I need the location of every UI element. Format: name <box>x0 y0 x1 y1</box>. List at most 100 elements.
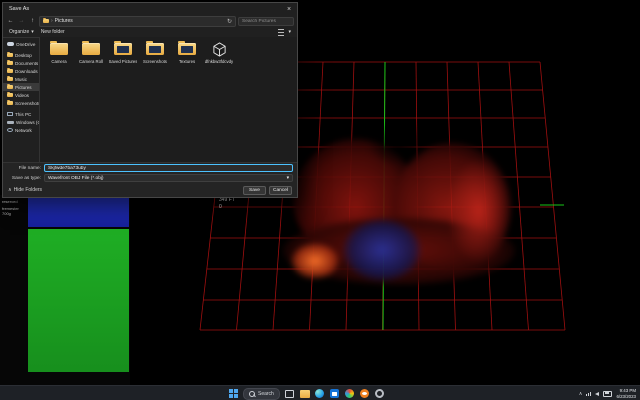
sidebar-item-this-pc[interactable]: This PC <box>3 110 39 118</box>
save-type-value: Wavefront OBJ File (*.obj) <box>48 176 104 181</box>
forward-icon[interactable]: → <box>17 18 26 24</box>
sidebar-item-label: Screenshots <box>15 101 39 106</box>
save-type-select[interactable]: Wavefront OBJ File (*.obj) ▾ <box>44 174 293 182</box>
folder-icon <box>7 69 13 73</box>
hide-folders-label: Hide Folders <box>14 187 42 193</box>
drive-icon <box>7 121 14 124</box>
sidebar-item-documents[interactable]: Documents <box>3 59 39 67</box>
new-folder-button[interactable]: New folder <box>41 29 65 35</box>
up-icon[interactable]: ↑ <box>28 18 37 24</box>
sidebar-item-label: Windows (C:) <box>16 120 39 125</box>
sidebar-item-pictures[interactable]: Pictures <box>3 83 39 91</box>
filename-label: File name: <box>7 166 41 171</box>
tray-chevron-icon[interactable]: ∧ <box>579 391 583 397</box>
save-type-label: Save as type: <box>7 176 41 181</box>
network-icon <box>7 128 13 132</box>
start-button[interactable] <box>228 388 238 399</box>
wifi-icon[interactable] <box>586 392 591 396</box>
sidebar-item-label: OneDrive <box>16 42 35 47</box>
sidebar-item-label: Desktop <box>15 53 32 58</box>
sidebar-item-downloads[interactable]: Downloads <box>3 67 39 75</box>
folder-icon <box>114 43 132 55</box>
sidebar-item-onedrive[interactable]: OneDrive <box>3 40 39 48</box>
taskbar-search[interactable]: Search <box>243 388 280 400</box>
filename-input[interactable] <box>44 164 293 172</box>
taskbar-search-label: Search <box>258 391 274 397</box>
folder-icon <box>7 93 13 97</box>
dialog-navbar: ← → ↑ › Pictures ↻ <box>3 15 297 27</box>
folder-icon <box>300 390 310 398</box>
chevron-down-icon: ▾ <box>287 176 289 181</box>
dialog-fields: File name: Save as type: Wavefront OBJ F… <box>3 162 297 183</box>
sidebar-item-network[interactable]: Network <box>3 126 39 134</box>
blender-button[interactable] <box>360 388 370 399</box>
save-as-dialog: Save As × ← → ↑ › Pictures ↻ Organize ▾ … <box>2 2 298 198</box>
sidebar-item-desktop[interactable]: Desktop <box>3 51 39 59</box>
task-view-button[interactable] <box>285 388 295 399</box>
cancel-button[interactable]: Cancel <box>269 186 292 195</box>
windows-logo-icon <box>229 389 238 398</box>
breadcrumb[interactable]: › Pictures ↻ <box>39 16 236 27</box>
view-chevron-icon[interactable]: ▾ <box>288 29 291 35</box>
file-item-obj[interactable]: dfnkbw3fdcvdy <box>204 41 234 64</box>
sidebar-item-label: Videos <box>15 93 29 98</box>
folder-icon <box>7 61 13 65</box>
save-button[interactable]: Save <box>243 186 266 195</box>
folder-icon <box>7 101 13 105</box>
blue-swatch[interactable] <box>28 198 129 227</box>
folder-icon <box>7 53 13 57</box>
sidebar-item-videos[interactable]: Videos <box>3 91 39 99</box>
hide-folders-button[interactable]: ∧ Hide Folders <box>8 187 42 193</box>
file-item-camera[interactable]: Camera <box>44 41 74 64</box>
refresh-icon[interactable]: ↻ <box>227 18 232 25</box>
sidebar-item-screenshots[interactable]: Screenshots <box>3 99 39 107</box>
photos-button[interactable] <box>345 388 355 399</box>
dialog-footer: ∧ Hide Folders Save Cancel <box>3 183 297 197</box>
file-item-label: Textures <box>179 59 195 64</box>
file-item-camera-roll[interactable]: Camera Roll <box>76 41 106 64</box>
file-item-label: dfnkbw3fdcvdy <box>205 59 233 64</box>
sidebar-item-windows-c[interactable]: Windows (C:) <box>3 118 39 126</box>
collapse-icon: ∧ <box>8 187 12 193</box>
search-input[interactable] <box>238 17 294 26</box>
edge-button[interactable] <box>315 388 325 399</box>
folder-icon <box>43 19 49 23</box>
task-view-icon <box>285 390 294 398</box>
file-explorer-button[interactable] <box>300 388 310 399</box>
photos-icon <box>345 389 354 398</box>
file-item-label: Saved Pictures <box>109 59 138 64</box>
store-icon <box>330 389 339 398</box>
file-item-saved-pictures[interactable]: Saved Pictures <box>108 41 138 64</box>
back-icon[interactable]: ← <box>6 18 15 24</box>
sidebar-item-label: This PC <box>15 112 31 117</box>
file-item-label: Camera Roll <box>79 59 103 64</box>
folder-icon <box>7 77 13 81</box>
date-label: 6/23/2023 <box>616 394 636 400</box>
cloud-icon <box>7 42 14 46</box>
sidebar-item-music[interactable]: Music <box>3 75 39 83</box>
store-button[interactable] <box>330 388 340 399</box>
taskbar: Search ∧ 9:43 PM 6/23/2023 <box>0 385 640 400</box>
blender-icon <box>360 389 369 398</box>
breadcrumb-item-pictures[interactable]: Pictures <box>55 18 73 24</box>
dialog-title: Save As <box>9 6 29 12</box>
panel-label-top: reserved <box>2 199 18 204</box>
close-icon[interactable]: × <box>281 3 297 15</box>
volume-icon[interactable] <box>595 392 599 396</box>
panel-label-bottom: fremester 700g <box>2 206 27 216</box>
dialog-sidebar: OneDrive Desktop Documents Downloads <box>3 37 40 162</box>
organize-button[interactable]: Organize ▾ <box>9 29 34 35</box>
dialog-titlebar: Save As × <box>3 3 297 15</box>
search-icon <box>249 391 255 397</box>
green-swatch[interactable] <box>28 229 129 372</box>
taskbar-clock[interactable]: 9:43 PM 6/23/2023 <box>616 388 636 399</box>
gear-icon <box>375 389 384 398</box>
file-item-screenshots[interactable]: Screenshots <box>140 41 170 64</box>
battery-icon[interactable] <box>603 391 612 397</box>
left-tool-panel: reserved fremester 700g <box>0 195 130 385</box>
file-item-textures[interactable]: Textures <box>172 41 202 64</box>
breadcrumb-separator: › <box>51 18 53 24</box>
settings-button[interactable] <box>375 388 385 399</box>
view-options-icon[interactable] <box>278 29 284 36</box>
mesh-object <box>275 125 525 290</box>
